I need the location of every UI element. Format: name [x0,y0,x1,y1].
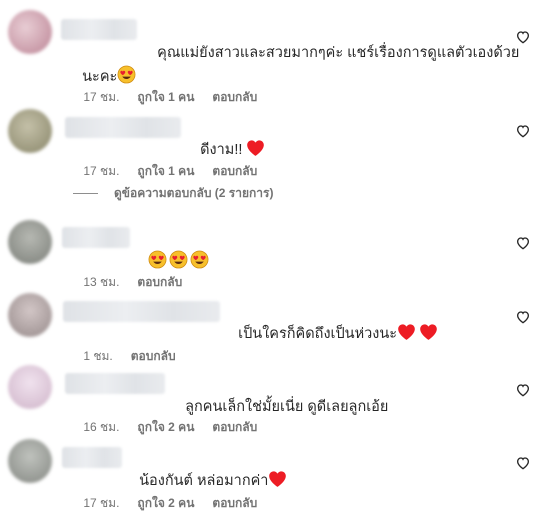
comment-likes[interactable]: ถูกใจ 2 คน [137,420,194,434]
red-heart-emoji [398,324,415,340]
username-blurred[interactable] [63,301,220,322]
comment-item: เป็นใครก็คิดถึงเป็นห่วงนะ 1 ชม. ตอบกลับ [0,287,543,363]
comment-item: 13 ชม. ตอบกลับ [0,215,543,289]
view-replies-button[interactable]: ดูข้อความตอบกลับ (2 รายการ) [73,184,273,203]
heart-outline-icon[interactable] [515,455,531,471]
username-blurred[interactable] [62,227,130,248]
comment-time: 17 ชม. [83,164,120,178]
comment-text: เป็นใครก็คิดถึงเป็นห่วงนะ [222,300,438,369]
avatar[interactable] [8,220,52,264]
comment-item: น้องกันต์ หล่อมากค่า 17 ชม. ถูกใจ 2 คน ตอบ… [0,433,543,510]
comment-likes[interactable]: ถูกใจ 1 คน [137,164,194,178]
comment-time: 17 ชม. [83,496,120,510]
comment-item: ลูกคนเล็กใช่มั้ยเนี่ย ดูดีเลยลูกเอ้ย 16 … [0,360,543,434]
avatar[interactable] [8,109,52,153]
comment-item: คุณแม่ยังสาวและสวยมากๆค่ะ แชร์เรื่องการด… [0,0,543,104]
comment-time: 16 ชม. [83,420,120,434]
reply-button[interactable]: ตอบกลับ [212,164,257,178]
view-replies-label: ดูข้อความตอบกลับ (2 รายการ) [114,186,274,200]
username-blurred[interactable] [61,19,137,40]
heart-outline-icon[interactable] [515,29,531,45]
username-blurred[interactable] [62,447,122,468]
avatar[interactable] [8,365,52,409]
comment-item: ดีงาม!! 17 ชม. ถูกใจ 1 คน ตอบกลับ [0,100,543,178]
username-blurred[interactable] [65,373,165,394]
username-blurred[interactable] [65,117,181,138]
divider-line [73,193,98,195]
comment-text-line1: คุณแม่ยังสาวและสวยมากๆค่ะ แชร์เรื่องการด… [157,45,520,61]
comment-meta: 17 ชม. ถูกใจ 2 คน ตอบกลับ [70,480,275,527]
heart-outline-icon[interactable] [515,382,531,398]
reply-button[interactable]: ตอบกลับ [212,420,257,434]
heart-outline-icon[interactable] [515,235,531,251]
heart-outline-icon[interactable] [515,123,531,139]
avatar[interactable] [8,293,52,337]
red-heart-emoji [420,324,437,340]
reply-button[interactable]: ตอบกลับ [212,496,257,510]
comment-text-line1: เป็นใครก็คิดถึงเป็นห่วงนะ [238,326,398,342]
heart-outline-icon[interactable] [515,309,531,325]
avatar[interactable] [8,439,52,483]
comment-likes[interactable]: ถูกใจ 2 คน [137,496,194,510]
avatar[interactable] [8,10,52,54]
